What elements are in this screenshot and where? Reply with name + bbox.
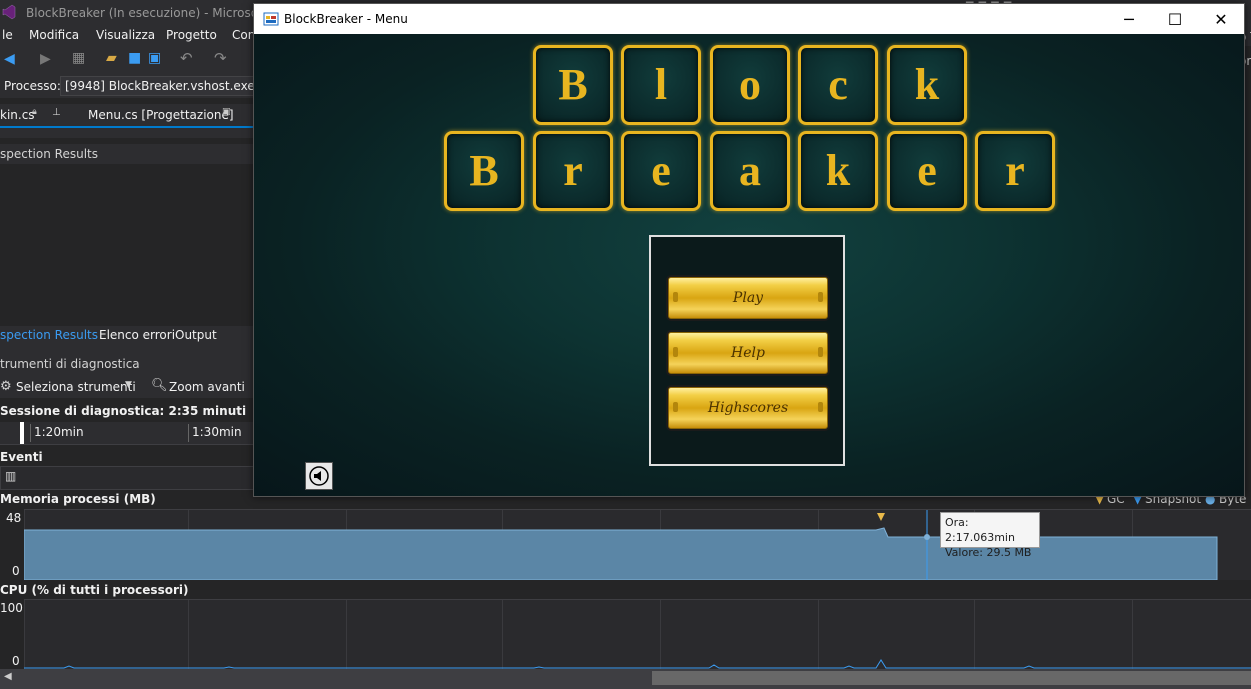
panel-strip [0,128,260,138]
help-button[interactable]: Help [668,332,828,374]
menu-progetto[interactable]: Progetto [166,28,217,42]
tick [188,424,189,442]
minimize-button[interactable]: ─ [1106,4,1152,34]
memory-chart[interactable] [24,509,1251,580]
gear-icon[interactable]: ⚙ [0,379,12,394]
tab-skin-cs[interactable]: kin.cs [0,108,35,122]
cpu-label: CPU (% di tutti i processori) [0,583,189,597]
menu-compila[interactable]: Con [232,28,255,42]
tooltip-value: Valore: 29.5 MB [945,546,1032,559]
diag-title: trumenti di diagnostica [0,357,140,371]
memory-label: Memoria processi (MB) [0,492,156,506]
title-tile: e [621,131,701,211]
pause-icon[interactable]: ▥ [5,469,16,483]
vs-toolbar: ◀ ▶ ▦ ▰ ■ ▣ ↶ ↷ [0,46,260,74]
cpu-axis-max: 100 [0,601,23,615]
app-title: BlockBreaker - Menu [284,12,408,26]
tooltip-time: Ora: 2:17.063min [945,516,1015,544]
game-menu: B l o c k B r e a k e r Play Help Highsc… [254,34,1244,496]
title-tile: k [887,45,967,125]
zoom-icon[interactable]: 🔍︎ [151,378,168,393]
menu-file[interactable]: le [2,28,13,42]
process-select[interactable]: [9948] BlockBreaker.vshost.exe [60,76,256,96]
title-tile: r [533,131,613,211]
inspection-header: spection Results [0,144,260,164]
title-tile: a [710,131,790,211]
app-window: BlockBreaker - Menu ─ ☐ ✕ B l o c k B r … [253,3,1245,497]
play-button[interactable]: Play [668,277,828,319]
process-label: Processo: [4,79,61,93]
undo-icon[interactable]: ↶ [180,49,193,67]
chevron-down-icon: ▼ [125,380,132,390]
cpu-axis-min: 0 [12,654,20,668]
tick-label: 1:20min [34,425,84,439]
forward-icon[interactable]: ▶ [40,51,51,67]
scroll-left-icon[interactable]: ◀ [4,671,12,682]
inspection-title: spection Results [0,147,98,161]
mem-axis-min: 0 [12,564,20,578]
cpu-chart[interactable] [24,599,1251,670]
bottom-tabs: spection Results Elenco errori Output [0,326,260,346]
tick [30,424,31,442]
zoom-in-button[interactable]: Zoom avanti [169,380,245,394]
memory-series [24,510,1218,580]
speaker-icon [309,466,329,486]
tick-label: 1:30min [192,425,242,439]
maximize-button[interactable]: ☐ [1152,4,1198,34]
document-tabs: kin.cs 🔒︎ ⊥ Menu.cs [Progettazione] ▣ [0,104,260,128]
vs-logo-icon [2,4,16,20]
select-tools-button[interactable]: Seleziona strumenti [16,380,136,394]
title-tile: e [887,131,967,211]
cpu-series [24,659,1251,669]
title-tile: B [533,45,613,125]
highscores-button[interactable]: Highscores [668,387,828,429]
process-bar: Processo: [9948] BlockBreaker.vshost.exe [0,74,260,98]
menu-visualizza[interactable]: Visualizza [96,28,155,42]
close-button[interactable]: ✕ [1198,4,1244,34]
session-label: Sessione di diagnostica: 2:35 minuti [0,404,247,418]
title-tile: o [710,45,790,125]
events-track: ▥ [0,466,255,490]
tab-elenco-errori[interactable]: Elenco errori [99,328,175,342]
save-icon[interactable]: ■ [128,50,141,66]
open-folder-icon[interactable]: ▰ [106,50,117,66]
title-tile: c [798,45,878,125]
tab-menu-designer[interactable]: Menu.cs [Progettazione] [88,108,234,122]
new-project-icon[interactable]: ▦ [72,50,85,66]
mem-axis-max: 48 [6,511,22,525]
redo-icon[interactable]: ↷ [214,49,227,67]
timeline-ruler[interactable]: 1:20min 1:30min [0,422,260,445]
tab-inspection-results[interactable]: spection Results [0,328,98,342]
diag-header: trumenti di diagnostica [0,346,260,376]
menu-panel: Play Help Highscores [649,235,845,466]
app-title-bar: BlockBreaker - Menu ─ ☐ ✕ [254,4,1244,34]
diag-toolbar: ⚙ Seleziona strumenti ▼ 🔍︎ Zoom avanti [0,376,260,398]
title-tile: B [444,131,524,211]
save-all-icon[interactable]: ▣ [148,50,161,66]
back-icon[interactable]: ◀ [4,51,15,67]
title-tile: k [798,131,878,211]
menu-modifica[interactable]: Modifica [29,28,79,42]
sound-toggle-button[interactable] [305,462,333,490]
app-icon [263,12,279,26]
title-tile: r [975,131,1055,211]
pin-icon[interactable]: ⊥ [52,107,61,118]
pin-icon[interactable]: 🔒︎ [32,107,37,117]
timeline-marker[interactable] [20,422,24,444]
lock-icon: ▣ [222,107,231,117]
scrollbar-thumb[interactable] [652,671,1251,685]
title-tile: l [621,45,701,125]
vs-window-title: BlockBreaker (In esecuzione) - Microsoft… [26,6,289,20]
events-label: Eventi [0,450,43,464]
memory-tooltip: Ora: 2:17.063min Valore: 29.5 MB [940,512,1040,559]
tab-output[interactable]: Output [175,328,217,342]
